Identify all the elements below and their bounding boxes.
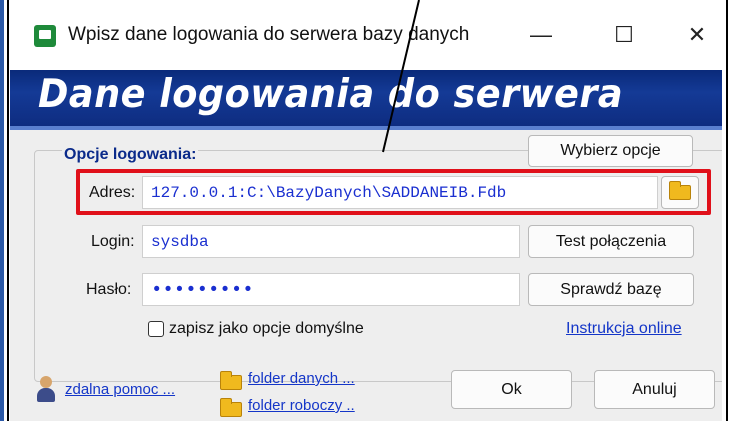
background-window-border: [7, 0, 9, 421]
annotation-arrow: [382, 0, 420, 153]
login-dialog: Wpisz dane logowania do serwera bazy dan…: [10, 0, 722, 421]
background-window-edge: [0, 0, 4, 421]
background-window-border-right: [726, 0, 728, 421]
annotation-arrow-line: [382, 0, 420, 153]
